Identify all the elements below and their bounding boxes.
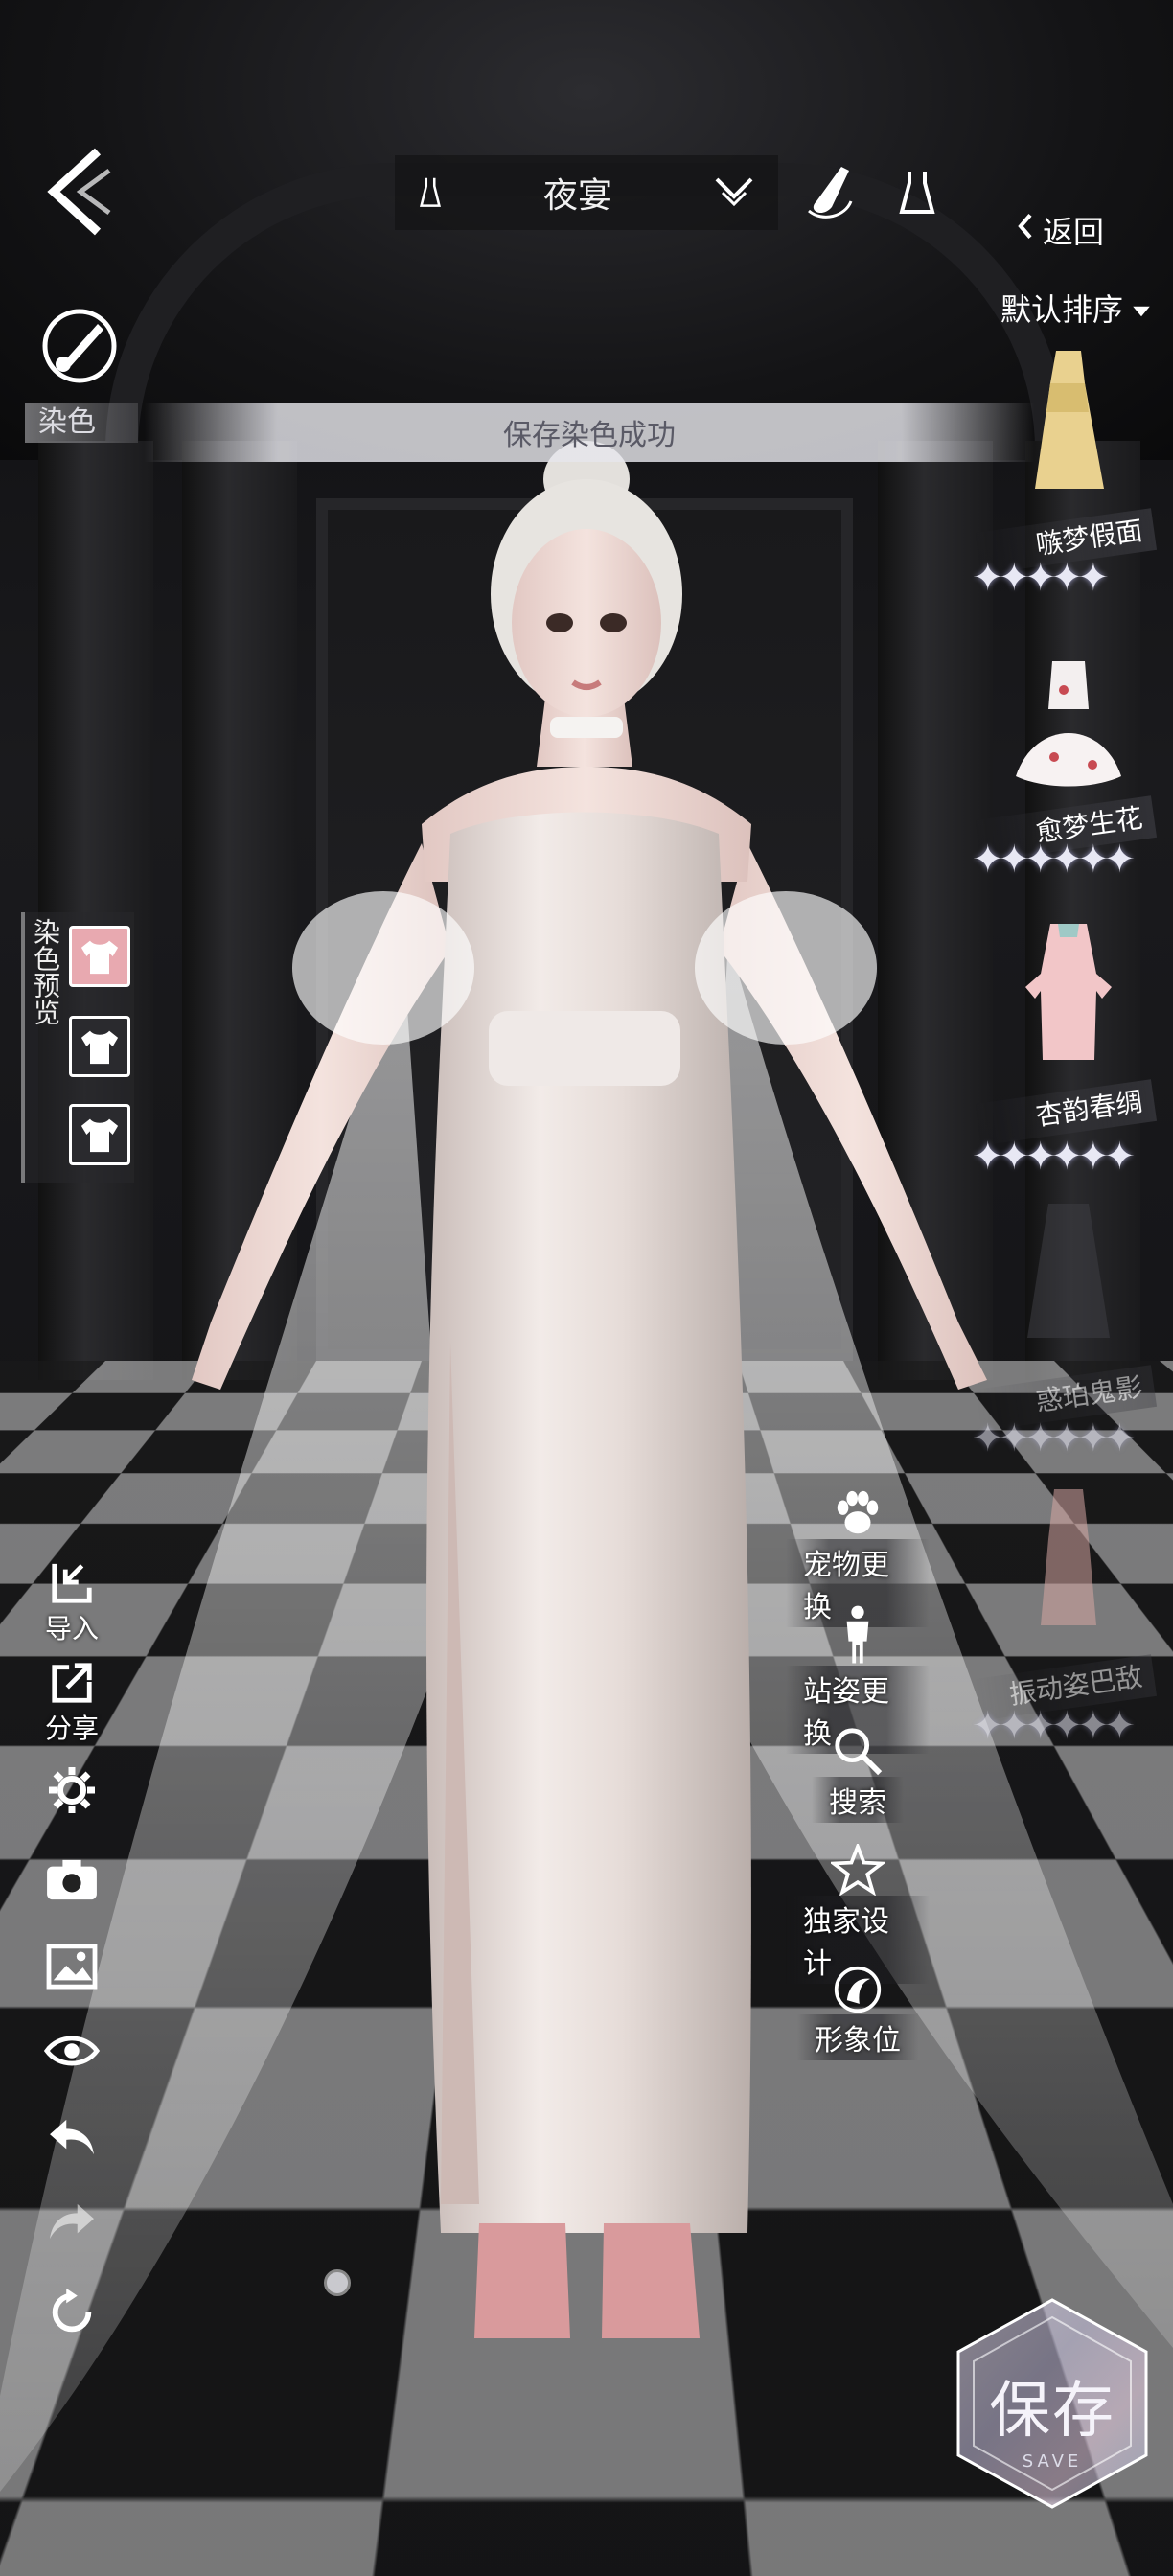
search-label: 搜索 [812,1777,904,1823]
import-button[interactable]: 导入 [36,1560,107,1646]
shoe-right [602,2223,700,2338]
paw-icon [830,1487,886,1539]
drag-handle[interactable] [324,2269,351,2296]
dark-lace-dress-icon [997,1194,1140,1357]
outfit-card-1[interactable]: 嗾梦假面 ✦ ✦ ✦ ✦ ✦ [958,345,1160,594]
dye-palette-icon[interactable] [38,305,121,387]
sort-label: 默认排序 [1000,286,1123,330]
shoe-left [474,2223,570,2338]
undo-icon [46,2116,98,2158]
star-rating-3: ✦ ✦ ✦ ✦ ✦ ✦ [972,1135,1130,1179]
image-slot-button[interactable]: 形象位 [786,1965,930,2060]
redo-button[interactable] [36,2200,107,2242]
profile-icon [831,1965,885,2014]
exclusive-design-button[interactable]: 独家设计 [786,1844,930,1984]
outfit-card-4[interactable]: 惑珀鬼影 ✦ ✦ ✦ ✦ ✦ ✦ [958,1194,1160,1482]
pink-qipao-icon [997,916,1140,1079]
hide-ui-button[interactable] [36,2032,107,2070]
share-label: 分享 [45,1708,99,1746]
outfit-card-5[interactable]: 振动姿巴敌 ✦ ✦ ✦ ✦ ✦ ✦ [958,1482,1160,1769]
search-icon [832,1725,884,1777]
sleeve-puff-left [292,891,474,1045]
rose-dress-icon [997,1482,1140,1644]
image-slot-label: 形象位 [797,2014,918,2060]
settings-button[interactable] [36,1763,107,1817]
redo-icon [46,2200,98,2242]
outfit-card-2[interactable]: 愈梦生花 ✦ ✦ ✦ ✦ ✦ ✦ [958,652,1160,901]
dress-sash [489,1011,680,1086]
reset-button[interactable] [36,2287,107,2338]
dye-preview-panel: 染色预览 [21,912,134,1183]
sleeve-puff-right [695,891,877,1045]
star-rating-2: ✦ ✦ ✦ ✦ ✦ ✦ [972,838,1130,882]
dye-swatch-1[interactable] [69,926,130,987]
import-icon [49,1560,95,1606]
triangle-down-icon [1131,289,1152,326]
outfit-name-bar[interactable]: 夜宴 [395,155,778,230]
eye-left [546,613,573,632]
dye-swatch-3[interactable] [69,1104,130,1165]
camera-icon [44,1857,100,1903]
gallery-button[interactable] [36,1944,107,1990]
outfit-card-3[interactable]: 杏韵春绸 ✦ ✦ ✦ ✦ ✦ ✦ [958,916,1160,1194]
share-button[interactable]: 分享 [36,1660,107,1746]
white-tutu-dress-icon [997,652,1140,815]
shirt-icon [78,1116,122,1154]
refresh-icon [46,2287,98,2338]
dye-swatch-2[interactable] [69,1016,130,1077]
chevron-down-icon[interactable] [713,173,755,212]
star-rating-1: ✦ ✦ ✦ ✦ ✦ [972,556,1104,600]
save-dye-toast: 保存染色成功 [144,402,1035,462]
gear-icon [45,1763,99,1817]
dress-icon [418,176,443,209]
shirt-icon [78,1027,122,1066]
gold-dress-icon [997,345,1140,508]
save-sub-label: SAVE [951,2451,1154,2472]
dye-label: 染色 [25,402,138,443]
outfit-dress-icon[interactable] [891,163,943,220]
shirt-icon [78,937,122,976]
image-icon [45,1944,99,1990]
save-label: 保存 [951,2361,1154,2450]
star-rating-5: ✦ ✦ ✦ ✦ ✦ ✦ [972,1704,1130,1748]
star-rating-4: ✦ ✦ ✦ ✦ ✦ ✦ [972,1416,1130,1460]
choker [550,717,623,738]
return-button[interactable]: 返回 [1016,201,1104,259]
sort-dropdown[interactable]: 默认排序 [1000,284,1152,332]
toast-text: 保存染色成功 [503,411,676,453]
back-arrow-icon[interactable] [42,144,119,240]
search-button[interactable]: 搜索 [786,1725,930,1823]
chevron-left-icon [1016,211,1035,249]
star-icon [831,1844,885,1896]
share-icon [49,1660,95,1706]
dye-preview-title: 染色预览 [31,918,61,1025]
undo-button[interactable] [36,2116,107,2158]
outfit-name: 夜宴 [543,168,612,218]
import-label: 导入 [45,1608,99,1646]
eye-icon [44,2032,100,2070]
brush-icon[interactable] [803,163,855,220]
eye-right [600,613,627,632]
return-label: 返回 [1043,208,1104,252]
save-button[interactable]: 保存 SAVE [951,2296,1154,2511]
camera-button[interactable] [36,1857,107,1903]
person-icon [840,1604,876,1666]
